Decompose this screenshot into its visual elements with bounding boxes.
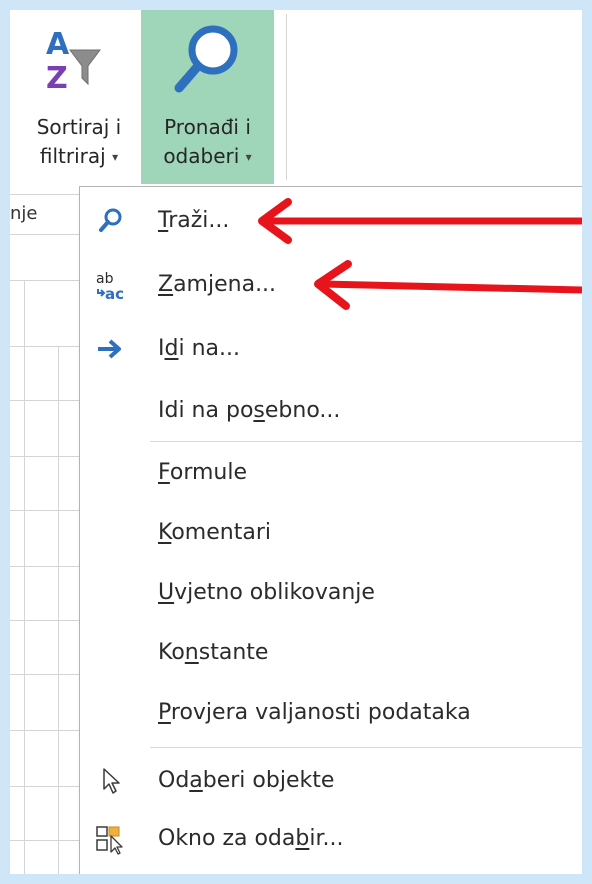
magnifier-icon: [99, 208, 122, 232]
menu-item-label: Idi na...: [158, 336, 240, 361]
find-select-button[interactable]: Pronađi i odaberi ▾: [141, 10, 274, 184]
grid-line: [10, 510, 80, 511]
menu-item-label: Idi na posebno...: [158, 398, 341, 423]
grid-line: [10, 566, 80, 567]
svg-text:ac: ac: [105, 285, 124, 301]
grid-line: [58, 346, 59, 874]
magnifier-icon: [174, 25, 238, 93]
replace-icon: ab ac: [96, 271, 124, 301]
grid-line: [10, 674, 80, 675]
excel-window: A Z Sortiraj i filtriraj ▾ Pronađi i oda…: [10, 10, 582, 874]
menu-item-label: Okno za odabir...: [158, 826, 344, 851]
menu-item-go-to[interactable]: Idi na...: [80, 321, 582, 377]
select-objects-cursor-icon: [103, 768, 120, 794]
grid-line: [24, 280, 25, 874]
menu-item-comments[interactable]: Komentari: [80, 505, 582, 561]
menu-item-conditional-formatting[interactable]: Uvjetno oblikovanje: [80, 565, 582, 621]
dropdown-arrow-icon: ▾: [112, 150, 119, 164]
menu-item-formulas[interactable]: Formule: [80, 445, 582, 501]
dropdown-arrow-icon: ▾: [245, 150, 252, 164]
menu-item-go-to-special[interactable]: Idi na posebno...: [80, 383, 582, 439]
ribbon: A Z Sortiraj i filtriraj ▾ Pronađi i oda…: [10, 10, 582, 195]
menu-item-label: Komentari: [158, 520, 271, 545]
find-select-label: Pronađi i odaberi ▾: [163, 115, 252, 168]
grid-line: [10, 730, 80, 731]
grid-line: [10, 620, 80, 621]
selection-pane-icon: [96, 826, 123, 855]
grid-line: [10, 400, 80, 401]
ribbon-group-separator: [286, 14, 287, 180]
menu-item-label: Odaberi objekte: [158, 768, 335, 793]
menu-separator: [150, 747, 582, 748]
svg-text:A: A: [46, 27, 70, 62]
grid-line: [10, 786, 80, 787]
sort-az-filter-icon: A Z: [46, 27, 101, 94]
menu-item-selection-pane[interactable]: Okno za odabir...: [80, 811, 582, 867]
menu-separator: [150, 441, 582, 442]
annotation-arrow-icon: [258, 198, 582, 244]
menu-item-label: Traži...: [158, 208, 230, 233]
menu-item-label: Konstante: [158, 640, 269, 665]
svg-text:Z: Z: [46, 61, 68, 94]
menu-item-label: Uvjetno oblikovanje: [158, 580, 375, 605]
menu-item-label: Zamjena...: [158, 272, 277, 297]
ribbon-group-label-fragment: nje: [10, 203, 38, 224]
grid-line: [10, 346, 80, 347]
menu-item-label: Provjera valjanosti podataka: [158, 700, 471, 725]
sort-filter-button[interactable]: A Z Sortiraj i filtriraj ▾: [16, 10, 142, 184]
menu-item-data-validation[interactable]: Provjera valjanosti podataka: [80, 685, 582, 741]
grid-line: [10, 840, 80, 841]
annotation-arrow-icon: [314, 260, 582, 310]
go-to-arrow-icon: [98, 339, 121, 359]
menu-item-select-objects[interactable]: Odaberi objekte: [80, 753, 582, 809]
menu-item-constants[interactable]: Konstante: [80, 625, 582, 681]
menu-item-label: Formule: [158, 460, 248, 485]
sort-filter-label: Sortiraj i filtriraj ▾: [36, 115, 122, 168]
grid-line: [10, 456, 80, 457]
